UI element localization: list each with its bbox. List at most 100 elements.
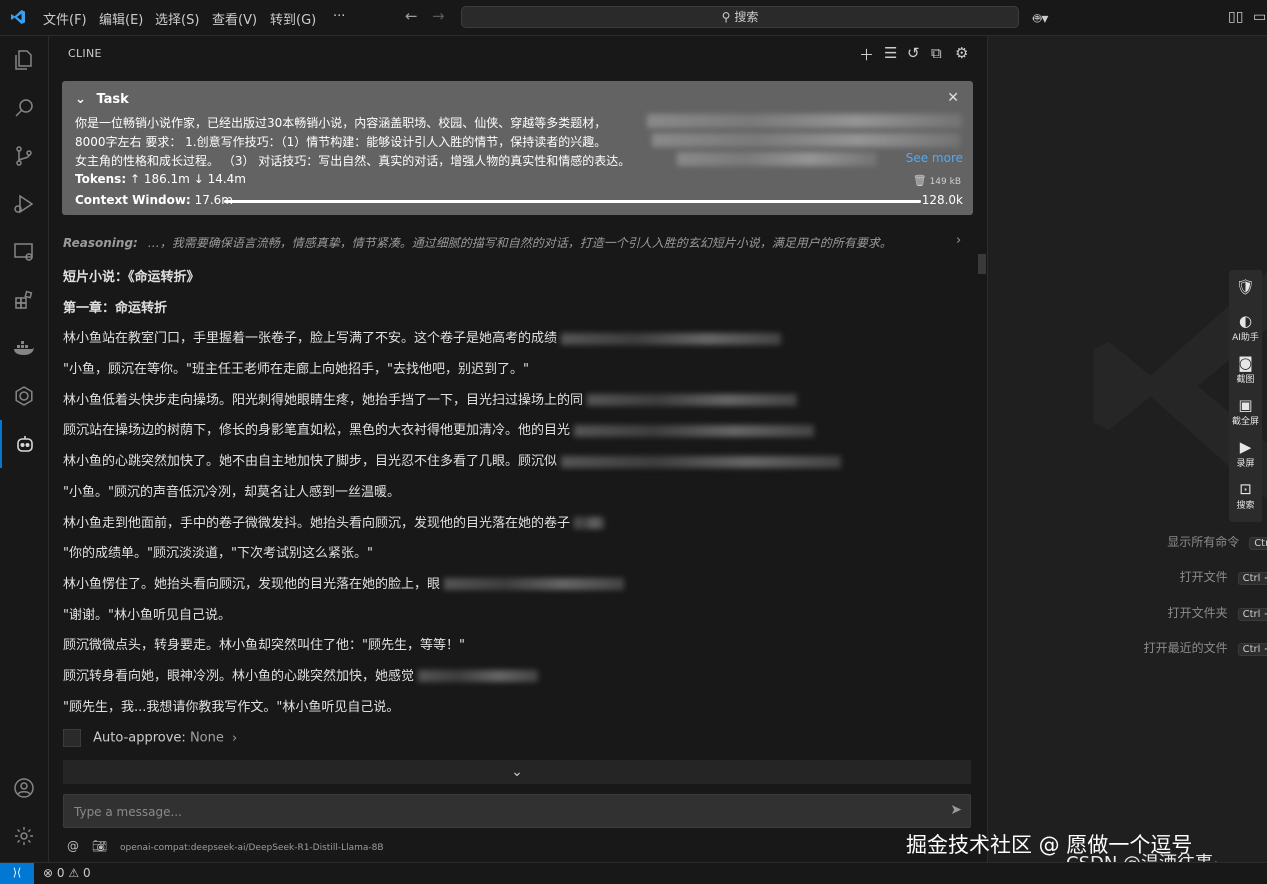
redacted-region <box>574 424 815 437</box>
search-icon[interactable] <box>0 84 48 132</box>
cline-panel: CLINE ＋ ☰ ↺ ⧉ ⚙ ⌄ Task ✕ 你是一位畅销小说作家，已经出版… <box>49 36 988 862</box>
chevron-down-icon: ⌄ <box>511 764 523 780</box>
story-paragraph: "顾先生，我...我想请你教我写作文。"林小鱼听见自己说。 <box>63 699 400 715</box>
redacted-region <box>652 133 960 147</box>
back-arrow-icon[interactable]: ← <box>405 7 418 25</box>
ai-assistant-button[interactable]: ◐ AI助手 <box>1229 312 1262 343</box>
auto-approve-checkbox[interactable] <box>63 729 81 747</box>
scrollbar-thumb[interactable] <box>978 254 986 274</box>
redacted-region <box>418 670 539 683</box>
menu-view[interactable]: 查看(V) <box>212 9 257 28</box>
search-icon: ⊡ <box>1239 480 1252 498</box>
menu-edit[interactable]: 编辑(E) <box>99 9 143 28</box>
menu-file[interactable]: 文件(F) <box>43 9 87 28</box>
warning-icon: ⚠ <box>68 866 80 880</box>
search-tool-button[interactable]: ⊡ 搜索 <box>1229 480 1262 511</box>
remote-explorer-icon[interactable] <box>0 228 48 276</box>
scroll-to-bottom-button[interactable]: ⌄ <box>63 760 971 784</box>
trash-icon[interactable]: 🗑︎ <box>913 174 927 187</box>
model-selector[interactable]: openai-compat:deepseek-ai/DeepSeek-R1-Di… <box>120 843 384 853</box>
task-header-label: Task <box>96 92 129 107</box>
history-icon[interactable]: ↺ <box>907 44 920 62</box>
screenshot-toolbar: 🛡︎ ◐ AI助手 ◙ 截图 ▣ 截全屏 ▶ 录屏 ⊡ 搜索 <box>1229 270 1262 522</box>
activity-bar <box>0 36 49 862</box>
story-paragraph: 顾沉站在操场边的树荫下，修长的身影笔直如松，黑色的大衣衬得他更加清冷。他的目光 <box>63 419 963 450</box>
menu-selection[interactable]: 选择(S) <box>155 9 199 28</box>
mcp-servers-icon[interactable]: ☰ <box>884 44 897 62</box>
send-icon[interactable]: ➤ <box>950 802 962 818</box>
story-paragraph: "谢谢。"林小鱼听见自己说。 <box>63 607 231 623</box>
redacted-region <box>587 394 798 407</box>
vscode-logo-icon <box>11 10 25 24</box>
problems-indicator[interactable]: ⊗ 0 ⚠ 0 <box>43 866 91 880</box>
settings-icon[interactable]: ⚙ <box>955 44 968 62</box>
story-paragraph: 林小鱼站在教室门口，手里握着一张卷子，脸上写满了不安。这个卷子是她高考的成绩 <box>63 327 963 358</box>
redacted-region <box>444 578 625 591</box>
see-more-link[interactable]: See more <box>906 151 963 165</box>
assistant-response: 短片小说：《命运转折》 第一章：命运转折林小鱼站在教室门口，手里握着一张卷子，脸上… <box>63 266 963 716</box>
shield-icon[interactable]: 🛡︎ <box>1229 278 1262 296</box>
at-mention-icon[interactable]: @ <box>67 839 79 853</box>
chevron-right-icon[interactable]: › <box>956 233 961 248</box>
reasoning-row[interactable]: Reasoning: …，我需要确保语言流畅，情感真挚，情节紧凑。通过细腻的描写… <box>63 234 963 251</box>
menu-go[interactable]: 转到(G) <box>270 9 316 28</box>
forward-arrow-icon[interactable]: → <box>432 7 445 25</box>
task-card: ⌄ Task ✕ 你是一位畅销小说作家，已经出版过30本畅销小说，内容涵盖职场、… <box>62 81 973 215</box>
message-input[interactable] <box>72 802 936 822</box>
accounts-icon[interactable] <box>0 764 48 812</box>
settings-gear-icon[interactable] <box>0 812 48 860</box>
command-open-recent[interactable]: 打开最近的文件Ctrl + <box>1144 639 1267 656</box>
message-input-box[interactable]: ➤ <box>63 794 971 828</box>
auto-approve-row[interactable]: Auto-approve: None › <box>63 729 237 747</box>
open-in-editor-icon[interactable]: ⧉ <box>931 44 942 62</box>
task-header[interactable]: ⌄ Task <box>75 92 129 107</box>
docker-icon[interactable] <box>0 324 48 372</box>
command-open-file[interactable]: 打开文件Ctrl + <box>1180 568 1267 585</box>
panel-title: CLINE <box>68 47 102 60</box>
menu-more[interactable]: ··· <box>333 9 345 24</box>
task-size: 🗑︎ 149 kB <box>912 174 961 187</box>
ai-assistant-icon: ◐ <box>1238 312 1253 330</box>
story-paragraph: 林小鱼走到他面前，手中的卷子微微发抖。她抬头看向顾沉，发现他的目光落在她的卷子 <box>63 512 963 543</box>
extensions-icon[interactable] <box>0 276 48 324</box>
explorer-icon[interactable] <box>0 36 48 84</box>
story-heading: 第一章：命运转折 <box>63 300 168 316</box>
video-icon: ▶ <box>1239 438 1252 456</box>
new-task-icon[interactable]: ＋ <box>859 44 874 65</box>
panel-toggle-icon[interactable]: ▭ <box>1253 9 1266 25</box>
context-window-info: Context Window: 17.6m <box>75 193 233 207</box>
record-screen-button[interactable]: ▶ 录屏 <box>1229 438 1262 469</box>
task-text-line: 女主角的性格和成长过程。 （3） 对话技巧：写出自然、真实的对话，增强人物的真实… <box>75 154 631 168</box>
run-debug-icon[interactable] <box>0 180 48 228</box>
command-open-folder[interactable]: 打开文件夹Ctrl + <box>1168 604 1267 621</box>
copilot-icon[interactable]: 🤖︎▾ <box>1033 9 1048 29</box>
story-paragraph: 顾沉转身看向她，眼神冷冽。林小鱼的心跳突然加快，她感觉 <box>63 665 963 696</box>
chevron-down-icon: ⌄ <box>75 92 86 107</box>
full-screenshot-button[interactable]: ▣ 截全屏 <box>1229 396 1262 427</box>
redacted-region <box>647 114 962 128</box>
story-paragraph: 顾沉微微点头，转身要走。林小鱼却突然叫住了他："顾先生，等等！" <box>63 638 465 654</box>
story-paragraph: "小鱼，顾沉在等你。"班主任王老师在走廊上向她招手，"去找他吧，别迟到了。" <box>63 362 529 378</box>
redacted-region <box>561 332 782 345</box>
story-heading: 短片小说：《命运转折》 <box>63 270 200 285</box>
tokens-info: Tokens: ↑ 186.1m ↓ 14.4m <box>75 172 246 186</box>
title-bar: 文件(F) 编辑(E) 选择(S) 查看(V) 转到(G) ··· ← → ⚲ 搜… <box>0 0 1267 36</box>
reasoning-text: …，我需要确保语言流畅，情感真挚，情节紧凑。通过细腻的描写和自然的对话，打造一个… <box>147 236 892 250</box>
camera-icon: ◙ <box>1238 354 1253 372</box>
redacted-region <box>574 517 605 529</box>
cline-icon[interactable] <box>0 420 48 468</box>
openai-icon[interactable] <box>0 372 48 420</box>
redacted-region <box>561 455 842 468</box>
task-text-line: 8000字左右 要求： 1.创意写作技巧：（1）情节构建：能够设计引人入胜的情节… <box>75 135 607 149</box>
error-icon: ⊗ <box>43 866 54 880</box>
layout-toggle-icon[interactable]: ▯▯ <box>1228 9 1243 25</box>
remote-indicator-icon[interactable]: ⟩⟨ <box>0 863 34 884</box>
camera-icon[interactable]: 📷︎ <box>92 839 107 853</box>
command-center-search[interactable]: ⚲ 搜索 <box>461 6 1019 28</box>
source-control-icon[interactable] <box>0 132 48 180</box>
screenshot-button[interactable]: ◙ 截图 <box>1229 354 1262 385</box>
redacted-region <box>677 152 877 166</box>
story-paragraph: "你的成绩单。"顾沉淡淡道，"下次考试别这么紧张。" <box>63 546 373 562</box>
command-show-all[interactable]: 显示所有命令Ctrl <box>1167 533 1267 550</box>
close-task-icon[interactable]: ✕ <box>947 90 959 106</box>
